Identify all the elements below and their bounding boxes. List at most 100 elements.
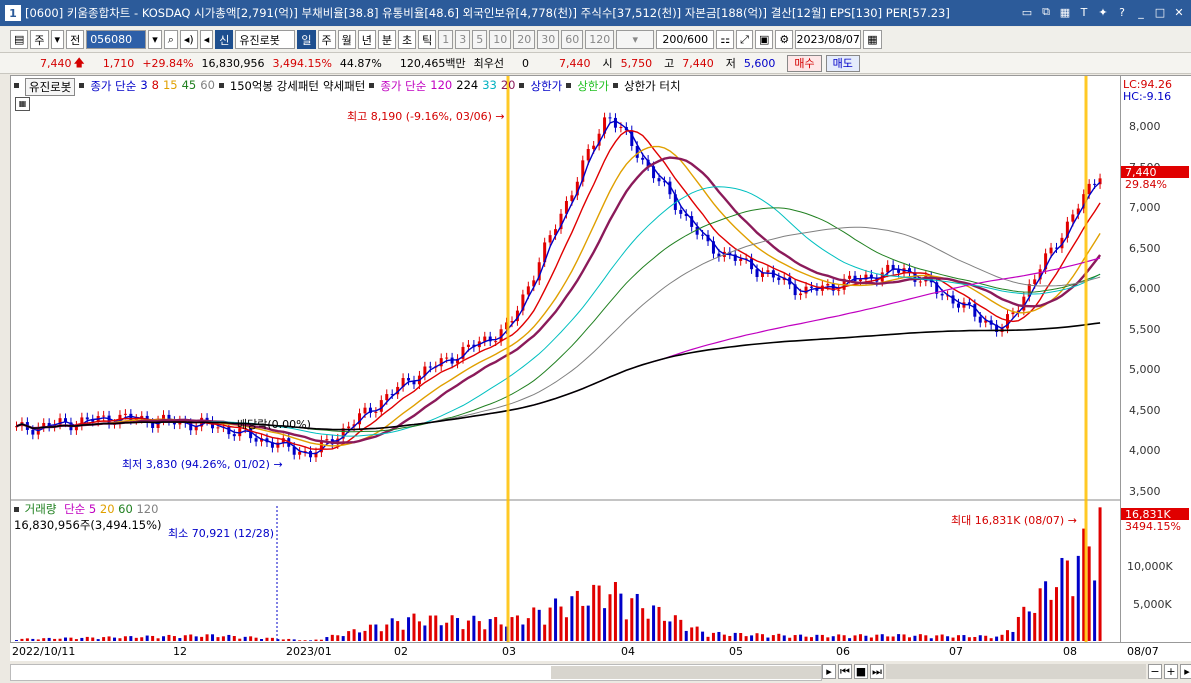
legend-ma-3[interactable]: 3 <box>140 78 147 96</box>
zoom-slider[interactable] <box>886 664 1146 679</box>
volume-bar <box>162 636 166 641</box>
price-chart[interactable] <box>11 76 1120 642</box>
zoom-in-icon[interactable]: + <box>1164 664 1178 679</box>
stock-type-chevron-icon[interactable]: ▾ <box>50 30 65 49</box>
volume-bar <box>575 590 579 641</box>
legend-ma-60[interactable]: 60 <box>200 78 215 96</box>
scroll-right-icon[interactable]: ▸ <box>822 664 836 679</box>
volume-bar <box>96 639 100 641</box>
chart-area[interactable] <box>10 75 1121 643</box>
save-icon[interactable]: ▣ <box>754 30 774 49</box>
interval-dropdown[interactable]: ▾ <box>616 30 655 49</box>
minimize-icon[interactable]: _ <box>1133 4 1149 20</box>
period-minute[interactable]: 분 <box>377 30 396 49</box>
legend-limit-touch[interactable]: 상한가 터치 <box>624 78 681 96</box>
legend-strong-pattern[interactable]: 150억봉 강세패턴 <box>230 78 319 96</box>
compare-icon[interactable]: ⚏ <box>716 30 735 49</box>
legend-ma-33[interactable]: 33 <box>482 78 497 96</box>
volume-ma-120[interactable]: 120 <box>136 502 158 516</box>
window-title: [0600] 키움종합차트 - KOSDAQ 시가총액[2,791(억)] 부채… <box>25 6 950 20</box>
high-value: 7,440 <box>682 56 714 70</box>
legend-ma-45[interactable]: 45 <box>182 78 197 96</box>
draw-icon[interactable]: ⤢ <box>736 30 753 49</box>
stock-type-select[interactable]: 주 <box>30 30 49 49</box>
volume-ma-20[interactable]: 20 <box>100 502 115 516</box>
volume-ma-60[interactable]: 60 <box>118 502 133 516</box>
calendar-icon[interactable]: ▦ <box>863 30 882 49</box>
stop-icon[interactable]: ■ <box>854 664 868 679</box>
volume-bar <box>537 609 541 641</box>
max-icon[interactable]: □ <box>1152 4 1168 20</box>
volume-bar <box>543 624 547 641</box>
volume-bar <box>74 639 78 641</box>
interval-120[interactable]: 120 <box>585 30 615 49</box>
volume-ma-5[interactable]: 5 <box>89 502 96 516</box>
stock-name[interactable]: 유진로봇 <box>235 30 296 49</box>
legend-ma-15[interactable]: 15 <box>163 78 178 96</box>
legend-ma-224[interactable]: 224 <box>456 78 478 96</box>
legend-weak-pattern[interactable]: 약세패턴 <box>323 78 365 96</box>
candle-body <box>973 304 977 317</box>
forward-icon[interactable]: ⏭ <box>870 664 884 679</box>
scroll-thumb[interactable] <box>551 666 821 679</box>
price-row: 7,440 🡅 1,710 +29.84% 16,830,956 3,494.1… <box>0 53 1191 74</box>
scroll-track[interactable] <box>10 664 822 681</box>
chart-scrollbar[interactable]: ▸ ⏮ ■ ⏭ − + ▸ <box>0 661 1191 683</box>
zoom-out-icon[interactable]: − <box>1148 664 1162 679</box>
sound-icon[interactable]: ◂) <box>179 30 198 49</box>
chart-settings-icon[interactable]: ▤ <box>10 30 29 49</box>
code-dropdown-icon[interactable]: ▾ <box>148 30 162 49</box>
maximize-icon[interactable]: ⧉ <box>1038 4 1054 20</box>
legend-ma-120[interactable]: 120 <box>430 78 452 96</box>
period-month[interactable]: 월 <box>337 30 356 49</box>
pin-icon[interactable]: ✦ <box>1095 4 1111 20</box>
volume-bar <box>412 613 416 641</box>
gear-icon[interactable]: ⚙ <box>775 30 794 49</box>
search-icon[interactable]: ⌕ <box>163 30 178 49</box>
nav-icon[interactable]: ◂ <box>199 30 214 49</box>
interval-20[interactable]: 20 <box>513 30 536 49</box>
legend-limit-up[interactable]: 상한가 <box>530 78 562 96</box>
price-axis[interactable]: LC:94.26 HC:-9.16 8,000 7,500 7,000 6,50… <box>1121 75 1191 643</box>
low-label: 저 <box>725 57 736 70</box>
interval-10[interactable]: 10 <box>489 30 512 49</box>
close-icon[interactable]: ✕ <box>1171 4 1187 20</box>
volume-legend-label[interactable]: 거래량 <box>25 502 57 516</box>
legend-limit-up2[interactable]: 상한가 <box>577 78 609 96</box>
interval-5[interactable]: 5 <box>472 30 488 49</box>
interval-60[interactable]: 60 <box>561 30 584 49</box>
interval-30[interactable]: 30 <box>537 30 560 49</box>
copy-icon[interactable]: ▦ <box>1057 4 1073 20</box>
interval-3[interactable]: 3 <box>455 30 471 49</box>
legend-ma-8[interactable]: 8 <box>152 78 159 96</box>
volume-bar <box>728 635 732 641</box>
restore-icon[interactable]: ▭ <box>1019 4 1035 20</box>
prev-button[interactable]: 전 <box>66 30 85 49</box>
low-value: 5,600 <box>743 56 776 70</box>
volume-bar <box>183 635 187 641</box>
next-page-icon[interactable]: ▸ <box>1180 664 1191 679</box>
volume-bar <box>837 634 841 641</box>
volume-bar <box>875 634 879 641</box>
font-icon[interactable]: T <box>1076 4 1092 20</box>
volume-bar <box>978 635 982 641</box>
legend-ma-20[interactable]: 20 <box>501 78 516 96</box>
help-icon[interactable]: ? <box>1114 4 1130 20</box>
code-input[interactable]: 056080 <box>86 30 147 49</box>
sell-button[interactable]: 매도 <box>825 54 860 72</box>
period-year[interactable]: 년 <box>357 30 376 49</box>
date-input[interactable]: 2023/08/07 <box>795 30 862 49</box>
period-week[interactable]: 주 <box>317 30 336 49</box>
period-tick[interactable]: 틱 <box>418 30 437 49</box>
buy-button[interactable]: 매수 <box>787 54 822 72</box>
volume-bar <box>858 634 862 641</box>
period-second[interactable]: 초 <box>398 30 417 49</box>
interval-1[interactable]: 1 <box>438 30 454 49</box>
count-input[interactable]: 200/600 <box>656 30 715 49</box>
table-icon[interactable]: ▦ <box>15 97 30 111</box>
legend-stock-name[interactable]: 유진로봇 <box>25 78 76 96</box>
volume-bar <box>368 624 372 641</box>
period-day[interactable]: 일 <box>297 30 316 49</box>
rewind-icon[interactable]: ⏮ <box>838 664 852 679</box>
volume-bar <box>995 636 999 641</box>
